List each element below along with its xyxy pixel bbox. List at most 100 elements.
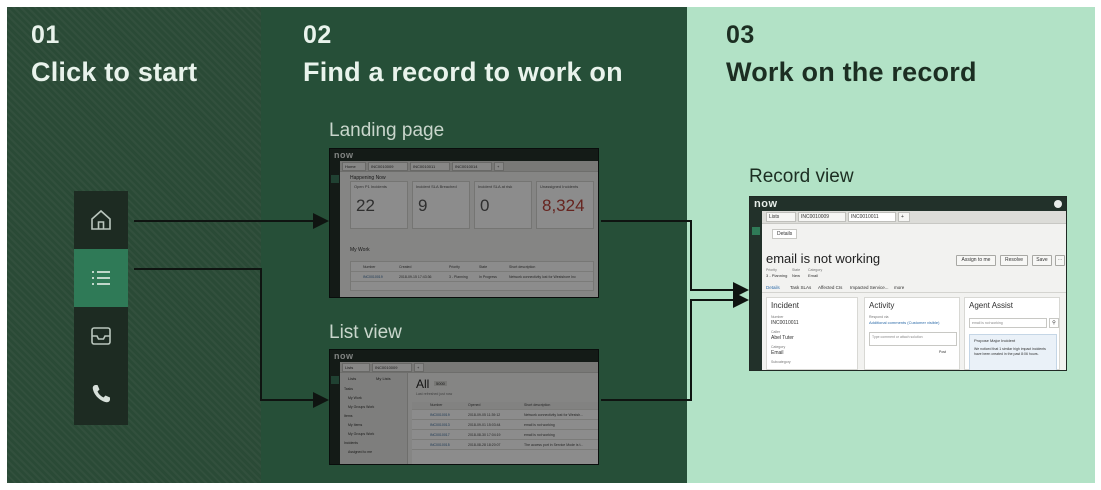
details-tab[interactable]: Details — [772, 229, 798, 239]
count-badge: 5000 — [434, 381, 447, 386]
inbox-icon — [91, 327, 111, 345]
subtab-impacted-services[interactable]: Impacted Service... — [850, 285, 889, 290]
step-1-number: 01 — [31, 21, 60, 49]
tab-item[interactable]: INC0010011 — [848, 212, 896, 222]
tab-bar: Home INC0010009 INC0010011 INC0010014 + — [340, 161, 598, 172]
tab-item[interactable]: + — [898, 212, 910, 222]
home-icon — [91, 209, 111, 230]
step-3-number: 03 — [726, 21, 755, 49]
nav-rail — [330, 161, 340, 297]
agent-assist-panel: Agent Assist email is not working ⚲ Prop… — [964, 297, 1060, 370]
metric-tile[interactable]: Incident SLA Breached 9 — [412, 181, 470, 229]
agent-search-input[interactable]: email is not working — [969, 318, 1047, 328]
number-field[interactable]: INC0010011 — [771, 320, 799, 326]
meta-value: Email — [808, 273, 819, 278]
caller-field[interactable]: Abel Tuter — [771, 335, 794, 341]
tab-item[interactable]: INC0010009 — [798, 212, 846, 222]
tab-item[interactable]: INC0010009 — [372, 363, 412, 372]
meta-value: 3 - Planning — [766, 273, 788, 278]
step-2-number: 02 — [303, 21, 332, 49]
sidebar-item[interactable]: Incidents — [344, 441, 358, 445]
nav-rail — [750, 211, 762, 370]
subtab-details[interactable]: Details — [766, 285, 780, 290]
table-row[interactable]: INC0010019 2018-09-05 11:39:12 Network c… — [412, 412, 598, 420]
tab-item[interactable]: INC0010014 — [452, 162, 492, 171]
sidebar-item[interactable]: My Work — [348, 396, 362, 400]
top-bar: now — [750, 197, 1066, 211]
subtab-task-slas[interactable]: Task SLAs — [790, 285, 811, 290]
save-button[interactable]: Save — [1032, 255, 1052, 266]
tab-item[interactable]: + — [494, 162, 504, 171]
list-subtitle: Last refreshed just now — [416, 392, 453, 396]
table-row[interactable]: INC0010019 2018-09-15 17:43:36 3 - Plann… — [351, 274, 593, 282]
nav-rail — [330, 362, 340, 464]
record-view-label: Record view — [749, 166, 854, 187]
field-label: Category — [771, 345, 786, 349]
list-title: All — [416, 377, 430, 391]
list-view-label: List view — [329, 322, 402, 343]
sidebar-item[interactable]: Assigned to me — [348, 450, 372, 454]
sidebar-item[interactable]: My Items — [348, 423, 362, 427]
list-icon — [92, 271, 110, 285]
meta-label: Priority — [766, 268, 777, 272]
tab-item[interactable]: Lists — [766, 212, 796, 222]
agent-assist-heading: Agent Assist — [969, 301, 1014, 310]
tab-item[interactable]: INC0010011 — [410, 162, 450, 171]
search-icon[interactable]: ⚲ — [1049, 318, 1059, 328]
tab-bar: Lists INC0010009 + — [340, 362, 598, 373]
suggestion-card[interactable]: Propose Major Incident We noticed that 1… — [969, 334, 1057, 370]
my-work-title: My Work — [350, 247, 370, 253]
subtab-affected-cis[interactable]: Affected CIs — [818, 285, 842, 290]
nav-list[interactable] — [74, 249, 128, 307]
step-3-title: Work on the record — [726, 57, 977, 87]
filter-tab[interactable]: My Lists — [376, 376, 391, 381]
landing-page-screen: now Home INC0010009 INC0010011 INC001001… — [329, 148, 599, 298]
app-logo: now — [334, 150, 354, 160]
nav-phone[interactable] — [74, 365, 128, 423]
field-label: Subcategory — [771, 360, 791, 364]
step-1-title: Click to start — [31, 57, 198, 87]
list-view-screen: now Lists INC0010009 + Lists My Lists Ta… — [329, 349, 599, 465]
card-text: We noticed that 1 similar high impact in… — [974, 347, 1046, 356]
tab-item[interactable]: + — [414, 363, 424, 372]
sidebar-item[interactable]: Items — [344, 414, 353, 418]
rail-active-item — [331, 175, 339, 183]
category-field[interactable]: Email — [771, 350, 784, 356]
card-title: Propose Major Incident — [974, 338, 1016, 343]
assign-to-me-button[interactable]: Assign to me — [956, 255, 996, 266]
sidebar-item[interactable]: My Groups Work — [348, 405, 374, 409]
more-actions-button[interactable]: ⋯ — [1055, 255, 1065, 266]
metric-tile[interactable]: Incident SLA at risk 0 — [474, 181, 532, 229]
table-row[interactable]: INC0010015 2018-08-28 18:20:07 The acces… — [412, 442, 598, 450]
tab-item[interactable]: Home — [342, 162, 366, 171]
nav-inbox[interactable] — [74, 307, 128, 365]
list-sidebar: Lists My Lists Tasks My Work My Groups W… — [340, 373, 408, 464]
phone-icon — [92, 385, 110, 403]
tab-item[interactable]: Lists — [342, 363, 370, 372]
app-logo: now — [334, 351, 354, 361]
metric-tile[interactable]: Open P1 Incidents 22 — [350, 181, 408, 229]
meta-label: State — [792, 268, 801, 272]
incident-heading: Incident — [771, 301, 800, 310]
table-row[interactable]: INC0010013 2018-09-01 15:03:44 email is … — [412, 422, 598, 430]
field-label: Number — [771, 315, 784, 319]
side-navigation — [74, 191, 128, 425]
meta-label: Category — [808, 268, 823, 272]
list-table: Number Opened Short description INC00100… — [412, 402, 598, 464]
comment-input[interactable]: Type comment or attach solution — [869, 332, 957, 346]
metric-tile[interactable]: Unassigned Incidents 8,324 — [536, 181, 594, 229]
rail-active-item — [752, 227, 760, 235]
sidebar-item[interactable]: My Groups Work — [348, 432, 374, 436]
respond-option[interactable]: Additional comments (Customer visible) — [869, 320, 939, 325]
user-avatar[interactable] — [1054, 200, 1062, 208]
tab-item[interactable]: INC0010009 — [368, 162, 408, 171]
activity-panel: Activity Respond via Additional comments… — [864, 297, 960, 370]
sidebar-item[interactable]: Tasks — [344, 387, 353, 391]
nav-home[interactable] — [74, 191, 128, 249]
resolve-button[interactable]: Resolve — [1000, 255, 1028, 266]
table-row[interactable]: INC0010017 2018-08-30 17:04:19 email is … — [412, 432, 598, 440]
filter-tab[interactable]: Lists — [348, 376, 356, 381]
post-button[interactable]: Post — [939, 350, 946, 354]
record-title: email is not working — [766, 251, 881, 266]
subtab-more[interactable]: more — [894, 285, 904, 290]
